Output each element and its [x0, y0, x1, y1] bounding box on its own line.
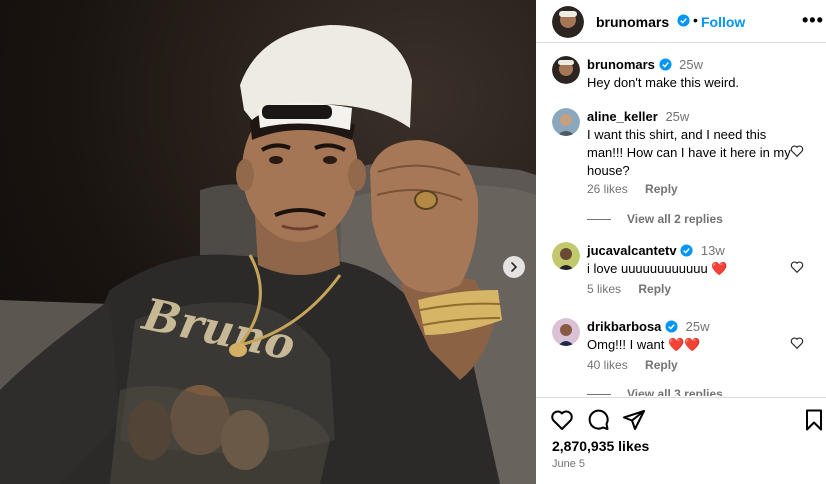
post-side-panel: brunomars • Follow ••• brunomars 25w Hey…: [536, 0, 826, 484]
author-username[interactable]: brunomars: [596, 14, 669, 30]
comment-like-heart-icon[interactable]: [790, 336, 804, 350]
next-image-button[interactable]: [503, 256, 525, 278]
heart-emoji: ❤️❤️: [667, 337, 701, 352]
post-media[interactable]: Bruno: [0, 0, 536, 484]
follow-button[interactable]: Follow: [701, 14, 745, 30]
comment-time[interactable]: 13w: [701, 243, 725, 258]
comment-time[interactable]: 25w: [686, 319, 710, 334]
comment-body: drikbarbosa 25w Omg!!! I want ❤️❤️: [587, 318, 792, 354]
verified-badge-icon: [665, 320, 678, 333]
avatar[interactable]: [552, 108, 580, 136]
comment-like-heart-icon[interactable]: [790, 260, 804, 274]
post-header: brunomars • Follow •••: [536, 0, 826, 43]
comment-body: aline_keller 25w I want this shirt, and …: [587, 108, 792, 180]
view-replies-button[interactable]: View all 3 replies: [587, 387, 723, 396]
likes-count[interactable]: 2,870,935 likes: [552, 438, 649, 454]
more-options-icon[interactable]: •••: [802, 11, 824, 29]
comment-username[interactable]: jucavalcantetv: [587, 243, 677, 258]
divider-line: [587, 219, 611, 221]
post-date[interactable]: June 5: [552, 458, 585, 470]
comment-body: brunomars 25w Hey don't make this weird.: [587, 56, 792, 92]
view-replies-label: View all 3 replies: [627, 387, 723, 396]
header-separator: •: [693, 12, 698, 28]
comment-time[interactable]: 25w: [679, 57, 703, 72]
comment-like-heart-icon[interactable]: [790, 144, 804, 158]
comment-username[interactable]: brunomars: [587, 57, 655, 72]
divider-line: [587, 394, 611, 396]
author-avatar[interactable]: [552, 6, 584, 38]
verified-badge-icon: [677, 14, 690, 27]
comment-username[interactable]: aline_keller: [587, 109, 658, 124]
heart-icon[interactable]: [550, 408, 574, 432]
comments-list[interactable]: brunomars 25w Hey don't make this weird.…: [536, 44, 826, 396]
comment-text: i love uuuuuuuuuuuu: [587, 261, 708, 276]
comment-likes[interactable]: 40 likes: [587, 358, 628, 372]
bookmark-icon[interactable]: [802, 408, 826, 432]
comment-time[interactable]: 25w: [665, 109, 689, 124]
comment-username[interactable]: drikbarbosa: [587, 319, 661, 334]
avatar[interactable]: [552, 56, 580, 84]
comment-text: I want this shirt, and I need this man!!…: [587, 127, 791, 178]
avatar[interactable]: [552, 242, 580, 270]
reply-button[interactable]: Reply: [645, 182, 678, 196]
post-photo: Bruno: [0, 25, 536, 484]
reply-button[interactable]: Reply: [638, 282, 671, 296]
comment-meta: 26 likes Reply: [587, 182, 692, 196]
verified-badge-icon: [658, 58, 672, 71]
comment-icon[interactable]: [586, 408, 610, 432]
post-actions: 2,870,935 likes June 5: [536, 397, 826, 484]
comment-body: jucavalcantetv 13w i love uuuuuuuuuuuu ❤…: [587, 242, 792, 278]
comment-meta: 40 likes Reply: [587, 358, 692, 372]
view-replies-label: View all 2 replies: [627, 212, 723, 226]
verified-badge-icon: [680, 244, 693, 257]
comment-text: Omg!!! I want: [587, 337, 665, 352]
avatar[interactable]: [552, 318, 580, 346]
share-icon[interactable]: [622, 408, 646, 432]
heart-emoji: ❤️: [711, 261, 728, 276]
comment-likes[interactable]: 26 likes: [587, 182, 628, 196]
comment-text: Hey don't make this weird.: [587, 75, 740, 90]
chevron-right-icon: [511, 262, 518, 272]
reply-button[interactable]: Reply: [645, 358, 678, 372]
comment-meta: 5 likes Reply: [587, 282, 685, 296]
view-replies-button[interactable]: View all 2 replies: [587, 212, 723, 226]
comment-likes[interactable]: 5 likes: [587, 282, 621, 296]
